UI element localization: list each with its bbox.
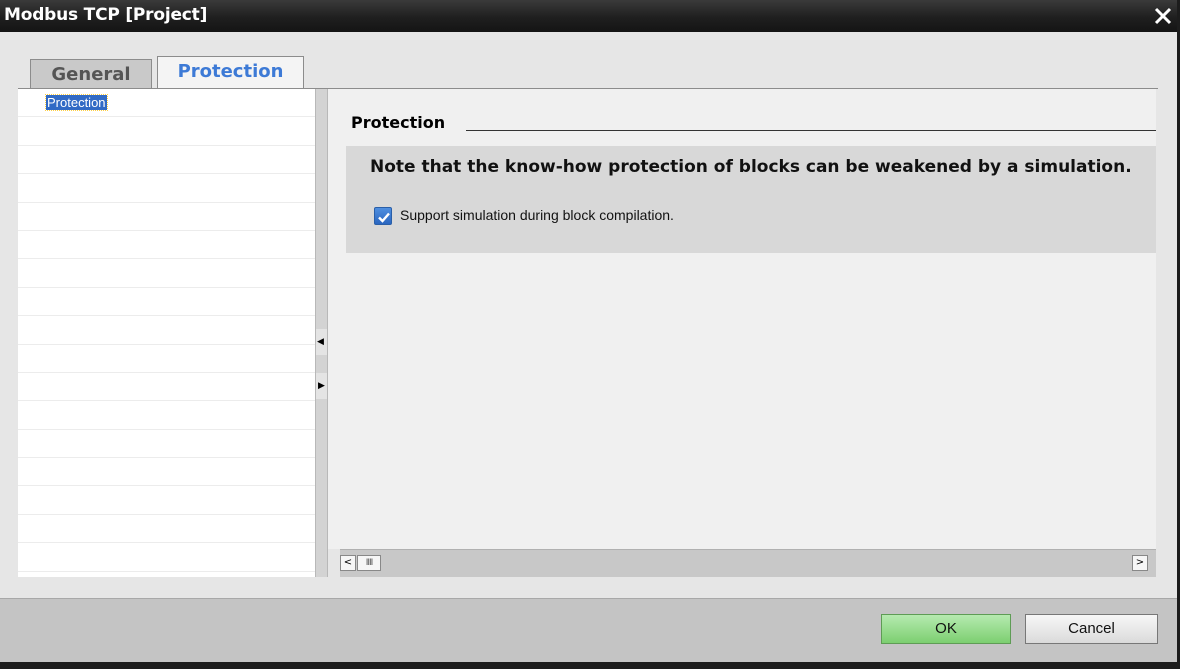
nav-item-protection[interactable]: Protection (45, 94, 108, 111)
close-icon (1154, 7, 1172, 25)
nav-row (18, 430, 315, 459)
scroll-left-icon: < (343, 557, 353, 568)
nav-row (18, 316, 315, 345)
chevron-left-icon: ◀ (317, 337, 324, 347)
nav-row (18, 288, 315, 317)
panel-splitter[interactable]: ◀ ▶ (315, 89, 328, 577)
section-title: Protection (351, 113, 446, 132)
nav-row (18, 203, 315, 231)
nav-row (18, 117, 315, 146)
nav-row (18, 345, 315, 373)
protection-section: Note that the know-how protection of blo… (346, 146, 1156, 253)
nav-row (18, 259, 315, 288)
expand-right-button[interactable]: ▶ (316, 373, 327, 399)
nav-row (18, 515, 315, 544)
checkmark-icon (378, 212, 390, 223)
dialog-footer: OK Cancel (0, 598, 1177, 662)
support-simulation-label[interactable]: Support simulation during block compilat… (400, 207, 674, 223)
dialog-body: General Protection Protection ◀ ▶ Protec… (0, 32, 1177, 598)
title-bar[interactable]: Modbus TCP [Project] (0, 0, 1177, 32)
nav-row (18, 458, 315, 487)
tab-general[interactable]: General (30, 59, 152, 88)
close-button[interactable] (1150, 2, 1176, 30)
navigation-tree: Protection (18, 89, 315, 577)
tab-protection[interactable]: Protection (157, 56, 304, 89)
grip-icon: IIII (365, 558, 374, 568)
nav-row (18, 174, 315, 203)
window-edge (0, 662, 1180, 669)
support-simulation-checkbox[interactable] (374, 207, 392, 225)
note-text: Note that the know-how protection of blo… (370, 157, 1132, 177)
nav-row (18, 146, 315, 175)
nav-row (18, 401, 315, 430)
nav-row (18, 231, 315, 260)
ok-button[interactable]: OK (881, 614, 1011, 644)
chevron-right-icon: ▶ (318, 381, 325, 391)
scroll-right-icon: > (1135, 557, 1145, 568)
collapse-left-button[interactable]: ◀ (316, 329, 327, 355)
scroll-right-button[interactable]: > (1132, 555, 1148, 571)
scrollbar-track[interactable] (340, 549, 1156, 577)
nav-row (18, 543, 315, 572)
cancel-button[interactable]: Cancel (1025, 614, 1158, 644)
section-divider (466, 130, 1156, 131)
content-panel: Protection Note that the know-how protec… (328, 89, 1156, 549)
horizontal-scrollbar[interactable]: < IIII > (340, 549, 1156, 577)
nav-row (18, 486, 315, 515)
scroll-left-button[interactable]: < (340, 555, 356, 571)
scrollbar-thumb[interactable]: IIII (357, 555, 381, 571)
properties-dialog: Modbus TCP [Project] General Protection (0, 0, 1177, 662)
window-title: Modbus TCP [Project] (4, 5, 208, 25)
nav-row (18, 373, 315, 402)
